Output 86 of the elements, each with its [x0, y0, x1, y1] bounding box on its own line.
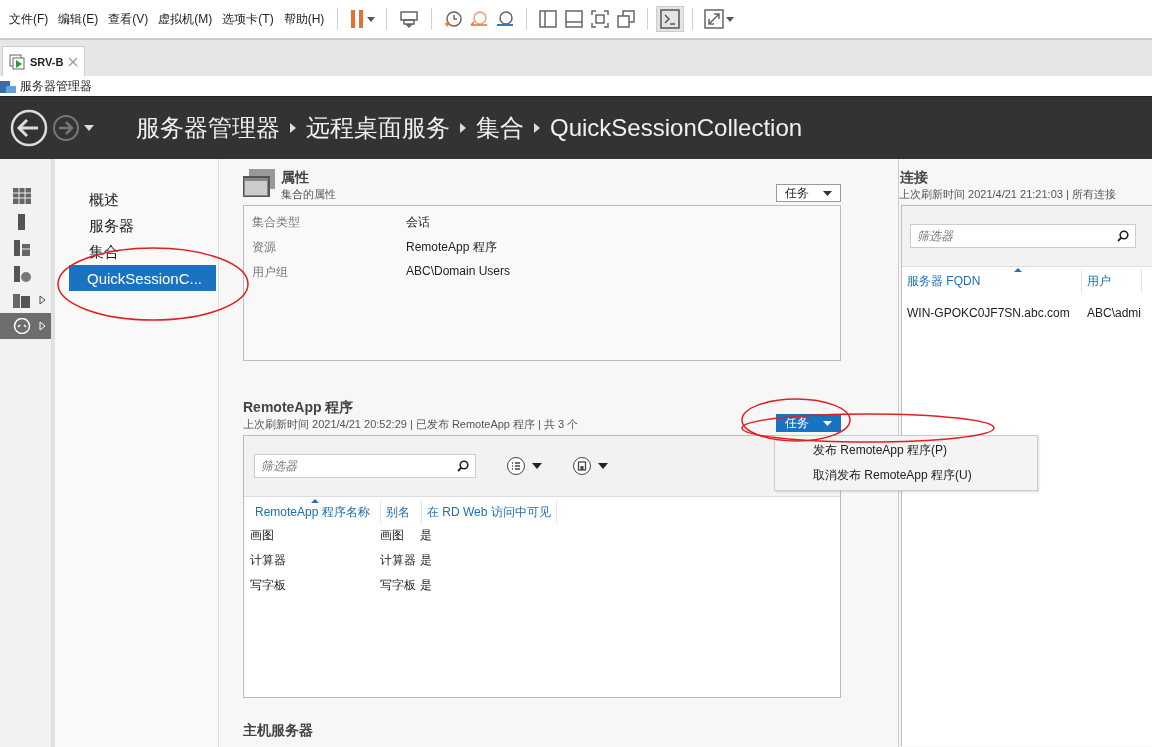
chevron-icon [534, 123, 540, 133]
back-icon[interactable] [10, 109, 48, 147]
stretch-icon [704, 9, 725, 29]
search-icon [1117, 230, 1129, 242]
breadcrumb-item[interactable]: 集合 [476, 112, 524, 144]
table-cell-text: 写字板 [250, 577, 287, 594]
caret-icon [367, 16, 376, 22]
filter-field[interactable]: 筛选器 [910, 224, 1136, 248]
save-icon [572, 456, 592, 476]
tasks-button[interactable]: 任务 [776, 414, 841, 432]
caret-icon [823, 420, 832, 426]
save-button[interactable] [572, 456, 608, 476]
server-manager-icon [0, 78, 16, 94]
table-cell-text: WIN-GPOKC0JF7SN.abc.com [907, 306, 1071, 320]
table-cell: 是 [420, 577, 432, 594]
section-title: RemoteApp 程序 [243, 399, 355, 417]
app-title: 服务器管理器 [20, 77, 92, 95]
table-cell-text: 计算器 [380, 552, 417, 569]
nav-rail-item[interactable] [0, 313, 51, 339]
column-header[interactable]: 服务器 FQDN [902, 269, 1082, 293]
nav-item[interactable]: QuickSessionC... [69, 265, 216, 291]
list-view-icon [506, 456, 526, 476]
caret-icon [823, 190, 832, 196]
property-name: 集合类型 [252, 214, 301, 231]
close-icon[interactable] [68, 56, 79, 67]
caret-icon [726, 16, 735, 22]
windows-icon [243, 169, 275, 197]
breadcrumb-item[interactable]: QuickSessionCollection [550, 114, 803, 142]
table-cell-text: 画图 [250, 527, 275, 544]
property-value: RemoteApp 程序 [406, 239, 498, 256]
filter-field[interactable]: 筛选器 [254, 454, 476, 478]
section-title: 连接 [899, 169, 929, 187]
breadcrumb-item[interactable]: 服务器管理器 [136, 112, 280, 144]
nav-item[interactable]: 概述 [69, 187, 216, 213]
section-title: 属性 [281, 169, 310, 187]
menu-item[interactable]: 帮助(H) [278, 7, 330, 31]
breadcrumb-item[interactable]: 远程桌面服务 [306, 112, 450, 144]
menu-item[interactable]: 虚拟机(M) [153, 7, 218, 31]
table-cell-text: 写字板 [380, 577, 417, 594]
menu-item[interactable]: 查看(V) [103, 7, 154, 31]
caret-icon [532, 463, 542, 469]
menu-item[interactable]: 文件(F) [4, 7, 54, 31]
column-header[interactable]: 用户 [1082, 269, 1142, 293]
pause-icon [349, 9, 366, 29]
vm-tab[interactable]: SRV-B [2, 46, 86, 76]
section-subtitle: 集合的属性 [281, 187, 336, 202]
table-cell-text: 画图 [380, 527, 405, 544]
menu-item[interactable]: 取消发布 RemoteApp 程序(U) [775, 463, 1037, 488]
remote-icon [13, 318, 31, 334]
tasks-button[interactable]: 任务 [776, 184, 841, 202]
chevron-icon [460, 123, 466, 133]
menu-item[interactable]: 发布 RemoteApp 程序(P) [775, 438, 1037, 463]
property-value: ABC\Domain Users [406, 264, 512, 280]
search-icon [457, 460, 469, 472]
section-title: 主机服务器 [243, 722, 314, 740]
property-value: 会话 [406, 214, 431, 231]
servers-icon [13, 240, 31, 256]
property-name: 资源 [252, 239, 277, 256]
caret-icon [598, 463, 608, 469]
column-header[interactable]: 别名 [381, 501, 422, 523]
menu-item[interactable]: 编辑(E) [53, 7, 104, 31]
terminal-button[interactable] [656, 6, 685, 32]
list-view-button[interactable] [506, 456, 542, 476]
fullscreen-icon [590, 9, 611, 29]
caret-icon[interactable] [84, 125, 94, 131]
terminal-icon [660, 9, 681, 29]
nav-item[interactable]: 服务器 [69, 213, 216, 239]
menu-item[interactable]: 选项卡(T) [217, 7, 279, 31]
snapshot-icon [443, 9, 464, 29]
section-subtitle: 上次刷新时间 2021/4/21 21:21:03 | 所有连接 [899, 187, 1117, 202]
column-header[interactable]: 在 RD Web 访问中可见 [422, 501, 557, 523]
sort-ascending-icon [311, 499, 319, 503]
files-icon [13, 292, 31, 308]
property-name: 用户组 [252, 264, 289, 281]
table-cell-text: 计算器 [250, 552, 287, 569]
sidebar-layout-icon [538, 9, 559, 29]
chevron-icon [290, 123, 296, 133]
dashboard-icon [13, 188, 31, 204]
vm-icon [9, 53, 25, 70]
bottom-panel-icon [564, 9, 585, 29]
expand-icon[interactable] [39, 295, 46, 305]
column-header[interactable]: RemoteApp 程序名称 [250, 501, 381, 523]
table-cell: ABC\admi [1087, 306, 1142, 320]
table-cell: 是 [420, 552, 432, 569]
table-cell: 是 [420, 527, 432, 544]
section-subtitle: 上次刷新时间 2021/4/21 20:52:29 | 已发布 RemoteApp 程序 | 共 3 个 [243, 417, 579, 432]
